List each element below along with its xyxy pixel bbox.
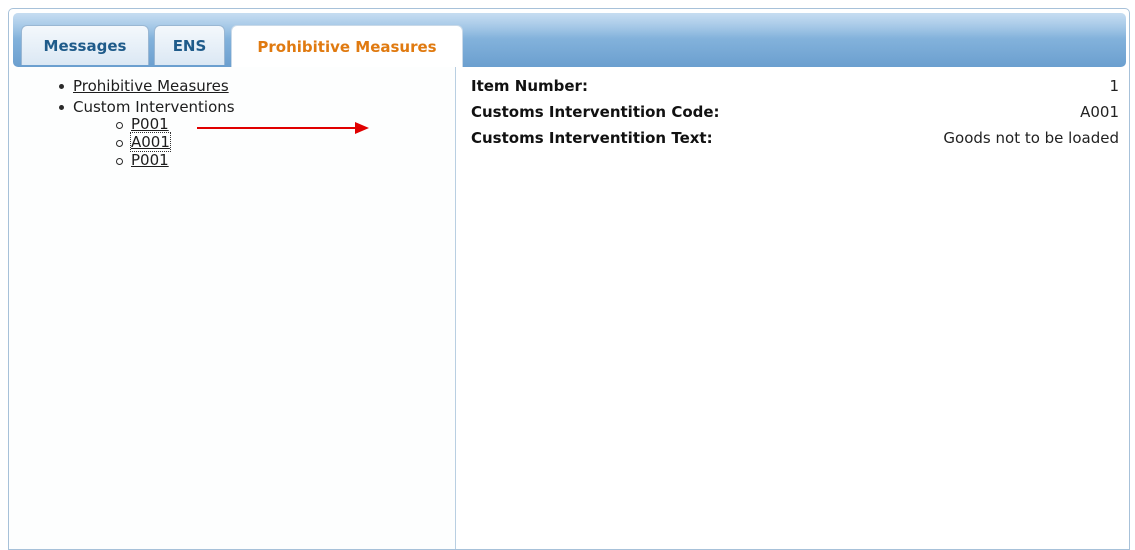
circle-bullet-icon xyxy=(116,140,123,147)
tab-prohibitive-measures[interactable]: Prohibitive Measures xyxy=(231,25,463,67)
item-number-value: 1 xyxy=(1109,77,1119,95)
intervention-link-p001[interactable]: P001 xyxy=(131,115,169,133)
tree-item-child[interactable]: P001 xyxy=(131,115,169,133)
tab-messages[interactable]: Messages xyxy=(21,25,149,65)
intervention-code-label: Customs Interventition Code: xyxy=(471,103,720,121)
tab-bar: Messages ENS Prohibitive Measures xyxy=(13,13,1126,67)
tree-pane: Prohibitive Measures Custom Intervention… xyxy=(9,67,456,549)
bullet-icon xyxy=(59,105,64,110)
annotation-arrow-icon xyxy=(197,122,369,134)
circle-bullet-icon xyxy=(116,122,123,129)
bullet-icon xyxy=(59,84,64,89)
intervention-link-a001[interactable]: A001 xyxy=(130,132,171,152)
tree-item-prohibitive-measures[interactable]: Prohibitive Measures xyxy=(73,77,229,95)
tab-ens[interactable]: ENS xyxy=(154,25,225,65)
custom-interventions-label: Custom Interventions xyxy=(73,98,235,116)
item-number-label: Item Number: xyxy=(471,77,588,95)
tree-item-child[interactable]: A001 xyxy=(130,132,171,152)
circle-bullet-icon xyxy=(116,158,123,165)
tree-item-custom-interventions: Custom Interventions xyxy=(73,98,235,116)
tree-item-child[interactable]: P001 xyxy=(131,151,169,169)
details-pane: Item Number: 1 Customs Interventition Co… xyxy=(456,67,1129,549)
intervention-text-label: Customs Interventition Text: xyxy=(471,129,713,147)
intervention-code-value: A001 xyxy=(1080,103,1119,121)
prohibitive-measures-link[interactable]: Prohibitive Measures xyxy=(73,77,229,95)
intervention-link-p001-second[interactable]: P001 xyxy=(131,151,169,169)
intervention-text-value: Goods not to be loaded xyxy=(943,129,1119,147)
window-frame: Messages ENS Prohibitive Measures Prohib… xyxy=(8,8,1130,550)
